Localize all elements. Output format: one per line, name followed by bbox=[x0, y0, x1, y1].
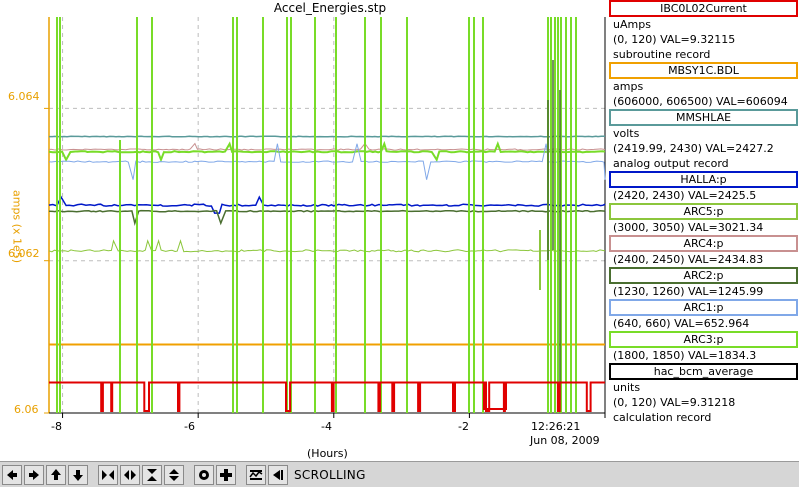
legend-entry[interactable]: ARC5:p (3000, 3050) VAL=3021.34 bbox=[609, 203, 799, 235]
legend-entry-detail: subroutine record bbox=[613, 48, 711, 61]
legend-entry-name[interactable]: hac_bcm_average bbox=[609, 363, 798, 380]
toolbar: SCROLLING bbox=[0, 461, 799, 487]
scrolling-mode-label: SCROLLING bbox=[294, 467, 366, 482]
legend: IBC0L02Current uAmps (0, 120) VAL=9.32115 s… bbox=[609, 0, 799, 425]
legend-entry-detail: amps bbox=[613, 80, 644, 93]
legend-entry[interactable]: hac_bcm_average units (0, 120) VAL=9.31218… bbox=[609, 363, 799, 425]
legend-entry-name[interactable]: ARC2:p bbox=[609, 267, 798, 284]
x-tick-label: -4 bbox=[321, 420, 332, 433]
stop-icon[interactable] bbox=[194, 464, 214, 485]
legend-entry[interactable]: MBSY1C.BDL amps (606000, 606500) VAL=60609… bbox=[609, 62, 799, 109]
strip-chart[interactable] bbox=[0, 0, 606, 460]
x-tick-label: -6 bbox=[184, 420, 195, 433]
legend-entry-detail: calculation record bbox=[613, 411, 712, 424]
legend-entry-detail: volts bbox=[613, 127, 640, 140]
y-axis-label: amps (x 1e5) bbox=[10, 189, 24, 264]
arrow-right-icon[interactable] bbox=[24, 464, 44, 485]
legend-entry-detail: uAmps bbox=[613, 18, 651, 31]
x-tick-label: -8 bbox=[51, 420, 62, 433]
legend-entry[interactable]: ARC2:p (1230, 1260) VAL=1245.99 bbox=[609, 267, 799, 299]
legend-entry-detail: (2400, 2450) VAL=2434.83 bbox=[613, 253, 764, 266]
legend-entry[interactable]: ARC4:p (2400, 2450) VAL=2434.83 bbox=[609, 235, 799, 267]
legend-entry[interactable]: MMSHLAE volts (2419.99, 2430) VAL=2427.2 an… bbox=[609, 109, 799, 171]
autoscale-icon[interactable] bbox=[246, 464, 266, 485]
end-date-label: Jun 08, 2009 bbox=[530, 434, 600, 447]
legend-entry-name[interactable]: MMSHLAE bbox=[609, 109, 798, 126]
legend-entry-name[interactable]: HALLA:p bbox=[609, 171, 798, 188]
legend-entry-detail: (2420, 2430) VAL=2425.5 bbox=[613, 189, 757, 202]
series-line-arc5-p bbox=[48, 239, 606, 253]
zoom-out-vertical-icon[interactable] bbox=[164, 464, 184, 485]
zoom-out-horizontal-icon[interactable] bbox=[120, 464, 140, 485]
legend-entry-detail: (0, 120) VAL=9.32115 bbox=[613, 33, 736, 46]
series-line-arc4-p bbox=[48, 142, 606, 151]
arrow-left-icon[interactable] bbox=[2, 464, 22, 485]
zoom-in-vertical-icon[interactable] bbox=[142, 464, 162, 485]
x-axis-label: (Hours) bbox=[307, 447, 348, 460]
series-line-arc3-p bbox=[48, 140, 606, 163]
legend-entry-name[interactable]: MBSY1C.BDL bbox=[609, 62, 798, 79]
y-tick-label: 6.064 bbox=[8, 90, 40, 103]
zoom-in-horizontal-icon[interactable] bbox=[98, 464, 118, 485]
legend-entry-detail: (1230, 1260) VAL=1245.99 bbox=[613, 285, 764, 298]
series-line-ibc0l02current bbox=[49, 381, 605, 412]
end-time-label: 12:26:21 bbox=[531, 420, 581, 433]
arrow-up-icon[interactable] bbox=[46, 464, 66, 485]
legend-entry-name[interactable]: ARC5:p bbox=[609, 203, 798, 220]
y-tick-label: 6.06 bbox=[14, 403, 39, 416]
legend-entry-detail: (3000, 3050) VAL=3021.34 bbox=[613, 221, 764, 234]
legend-entry-name[interactable]: ARC3:p bbox=[609, 331, 798, 348]
legend-entry-detail: (640, 660) VAL=652.964 bbox=[613, 317, 750, 330]
legend-entry-name[interactable]: ARC4:p bbox=[609, 235, 798, 252]
legend-entry[interactable]: ARC1:p (640, 660) VAL=652.964 bbox=[609, 299, 799, 331]
legend-entry-name[interactable]: IBC0L02Current bbox=[609, 0, 798, 17]
legend-entry[interactable]: IBC0L02Current uAmps (0, 120) VAL=9.32115 s… bbox=[609, 0, 799, 62]
series-line-arc2-p bbox=[48, 209, 606, 226]
add-icon[interactable] bbox=[216, 464, 236, 485]
legend-entry-detail: analog output record bbox=[613, 157, 729, 170]
legend-entry-detail: units bbox=[613, 381, 641, 394]
legend-entry[interactable]: HALLA:p (2420, 2430) VAL=2425.5 bbox=[609, 171, 799, 203]
legend-entry-detail: (0, 120) VAL=9.31218 bbox=[613, 396, 736, 409]
legend-entry-detail: (606000, 606500) VAL=606094 bbox=[613, 95, 788, 108]
legend-entry-detail: (1800, 1850) VAL=1834.3 bbox=[613, 349, 757, 362]
legend-entry-detail: (2419.99, 2430) VAL=2427.2 bbox=[613, 142, 774, 155]
legend-entry[interactable]: ARC3:p (1800, 1850) VAL=1834.3 bbox=[609, 331, 799, 363]
arrow-down-icon[interactable] bbox=[68, 464, 88, 485]
x-tick-label: -2 bbox=[458, 420, 469, 433]
series-line-mmshlae bbox=[49, 135, 605, 138]
jump-to-end-icon[interactable] bbox=[268, 464, 288, 485]
legend-entry-name[interactable]: ARC1:p bbox=[609, 299, 798, 316]
